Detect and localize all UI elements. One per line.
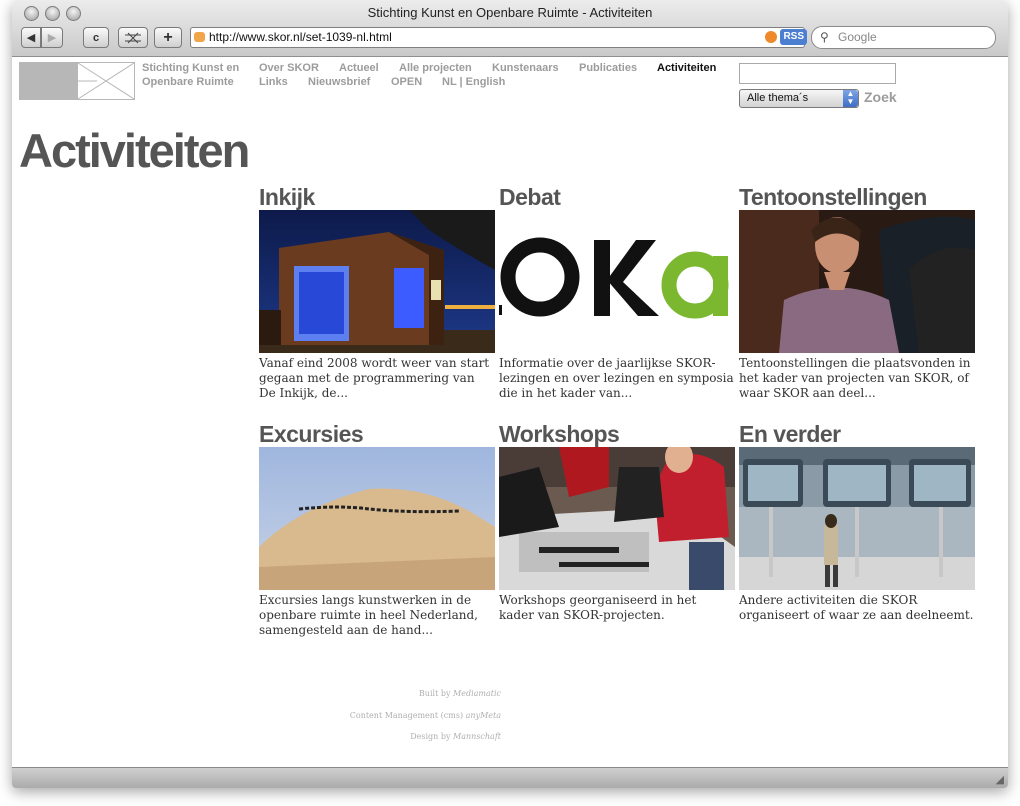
footer-built: Built by Mediamatic <box>419 689 501 698</box>
footer-cms-prefix: Content Management (cms) <box>349 711 464 720</box>
excursies-photo <box>259 447 495 590</box>
browser-window: Stichting Kunst en Openbare Ruimte - Act… <box>12 0 1008 788</box>
card-title[interactable]: Excursies <box>259 421 495 447</box>
nav-links[interactable]: Links <box>259 76 288 88</box>
logo-square <box>19 62 77 100</box>
add-bookmark-button[interactable]: + <box>154 27 182 48</box>
nav-nieuwsbrief[interactable]: Nieuwsbrief <box>308 76 370 88</box>
nav-alle-projecten[interactable]: Alle projecten <box>399 62 472 74</box>
forward-arrow-icon: ▶ <box>47 32 57 44</box>
theme-select-value: Alle thema´s <box>747 92 809 104</box>
card-image-tentoonstellingen[interactable] <box>739 210 975 353</box>
back-button[interactable]: ◀ <box>21 27 41 48</box>
nav-language[interactable]: NL | English <box>442 76 505 88</box>
skor-logo[interactable] <box>19 62 136 100</box>
card-description: Excursies langs kunstwerken in de openba… <box>259 593 478 637</box>
select-arrows-icon: ▲ ▼ <box>843 90 858 107</box>
site-search-input[interactable] <box>739 63 896 84</box>
search-placeholder: Google <box>838 30 877 44</box>
card-en-verder[interactable]: En verder Andere activiteiten die SKOR o… <box>739 421 975 623</box>
title-bar: Stichting Kunst en Openbare Ruimte - Act… <box>12 0 1008 57</box>
card-title[interactable]: Debat <box>499 184 735 210</box>
workshops-photo <box>499 447 735 590</box>
footer-built-link[interactable]: Mediamatic <box>453 689 501 698</box>
page-content: Stichting Kunst en Openbare Ruimte Over … <box>13 57 1007 767</box>
footer-design-link[interactable]: Mannschaft <box>453 732 501 741</box>
card-debat[interactable]: Debat Informatie over de jaarlijkse SKOR… <box>499 184 735 401</box>
envelope-icon <box>77 62 135 100</box>
card-title[interactable]: Workshops <box>499 421 735 447</box>
nav-publicaties[interactable]: Publicaties <box>579 62 637 74</box>
window-title: Stichting Kunst en Openbare Ruimte - Act… <box>367 5 653 20</box>
search-icon: ⚲ <box>820 30 829 44</box>
card-tentoonstellingen[interactable]: Tentoonstellingen Tentoonstellingen die … <box>739 184 975 401</box>
snapback-icon <box>125 32 141 43</box>
skor-logo-image <box>499 237 729 319</box>
zoek-button[interactable]: Zoek <box>864 89 897 105</box>
en-verder-photo <box>739 447 975 590</box>
status-bar: ◢ <box>12 767 1008 788</box>
logo-envelope <box>77 62 135 100</box>
card-description: Informatie over de jaarlijkse SKOR-lezin… <box>499 356 734 400</box>
tentoonstellingen-photo <box>739 210 975 353</box>
page-title: Activiteiten <box>19 124 250 177</box>
card-title[interactable]: Tentoonstellingen <box>739 184 975 210</box>
footer-cms: Content Management (cms) anyMeta <box>350 711 501 720</box>
site-name-line1[interactable]: Stichting Kunst en <box>142 62 239 74</box>
card-image-debat[interactable] <box>499 210 735 353</box>
address-bar[interactable]: http://www.skor.nl/set-1039-nl.html RSS <box>190 27 807 48</box>
nav-activiteiten[interactable]: Activiteiten <box>657 62 716 74</box>
google-search-field[interactable]: ⚲ Google <box>811 26 996 49</box>
card-image-inkijk[interactable] <box>259 210 495 353</box>
card-inkijk[interactable]: Inkijk Vanaf eind 2008 wordt weer van st… <box>259 184 495 401</box>
theme-select[interactable]: Alle thema´s ▲ ▼ <box>739 89 859 108</box>
snapback-button[interactable] <box>118 27 148 48</box>
card-title[interactable]: En verder <box>739 421 975 447</box>
nav-actueel[interactable]: Actueel <box>339 62 379 74</box>
url-text[interactable]: http://www.skor.nl/set-1039-nl.html <box>209 30 392 44</box>
card-description: Vanaf eind 2008 wordt weer van start geg… <box>259 356 490 400</box>
card-image-excursies[interactable] <box>259 447 495 590</box>
plus-icon: + <box>163 28 173 46</box>
nav-over-skor[interactable]: Over SKOR <box>259 62 319 74</box>
footer-design: Design by Mannschaft <box>410 732 501 741</box>
footer-design-prefix: Design by <box>410 732 451 741</box>
card-description: Tentoonstellingen die plaatsvonden in he… <box>739 356 971 400</box>
inkijk-photo <box>259 210 495 353</box>
card-description: Workshops georganiseerd in het kader van… <box>499 593 697 622</box>
site-name-line2[interactable]: Openbare Ruimte <box>142 76 234 88</box>
reload-icon: c <box>92 31 100 44</box>
back-arrow-icon: ◀ <box>26 32 36 44</box>
footer-cms-link[interactable]: anyMeta <box>466 711 501 720</box>
card-description: Andere activiteiten die SKOR organiseert… <box>739 593 974 622</box>
card-workshops[interactable]: Workshops Workshops georganiseerd in het… <box>499 421 735 623</box>
rss-button[interactable]: RSS <box>780 29 807 45</box>
card-title[interactable]: Inkijk <box>259 184 495 210</box>
forward-button[interactable]: ▶ <box>41 27 63 48</box>
favicon-icon <box>194 32 205 42</box>
reload-button[interactable]: c <box>83 27 109 48</box>
card-image-en-verder[interactable] <box>739 447 975 590</box>
nav-kunstenaars[interactable]: Kunstenaars <box>492 62 559 74</box>
card-image-workshops[interactable] <box>499 447 735 590</box>
footer-built-prefix: Built by <box>418 689 451 698</box>
resize-grip-icon[interactable]: ◢ <box>996 773 1004 786</box>
reload-page-icon[interactable] <box>765 31 777 43</box>
nav-open[interactable]: OPEN <box>391 76 422 88</box>
card-excursies[interactable]: Excursies Excursies langs kunstwerken in… <box>259 421 495 638</box>
